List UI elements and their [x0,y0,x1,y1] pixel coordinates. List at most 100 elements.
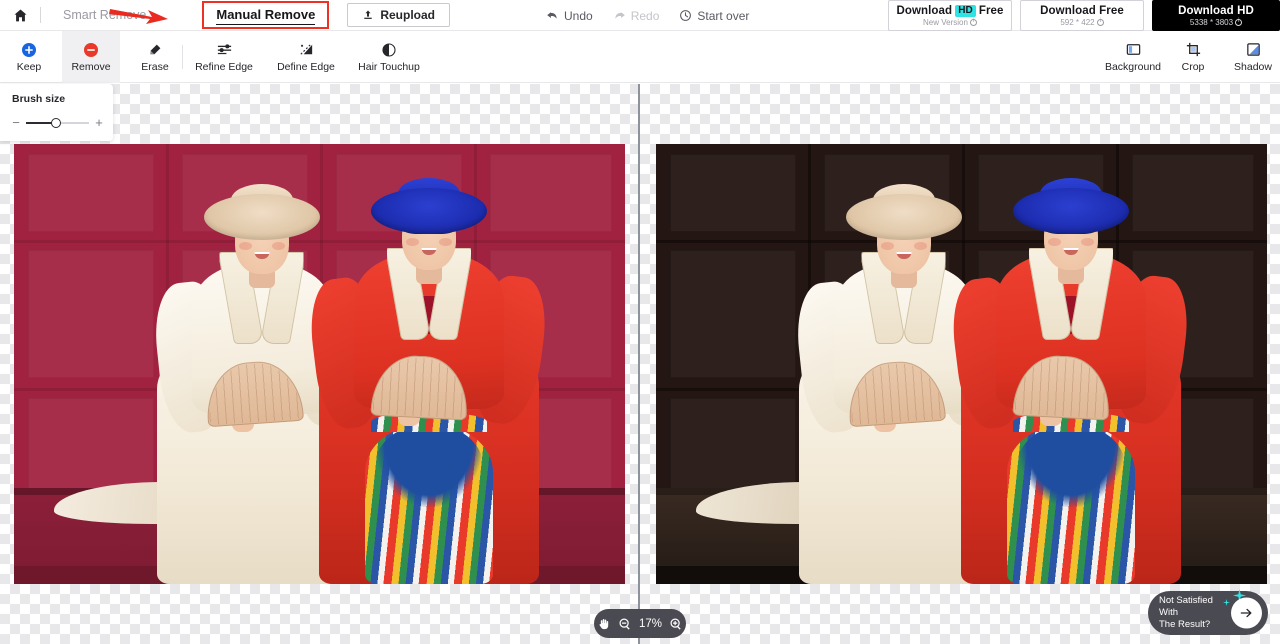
tool-define-edge-label: Define Edge [277,61,335,73]
tool-crop-label: Crop [1181,61,1205,73]
download-hd-title: Download HD [1178,5,1254,17]
brush-size-control: − + [12,116,103,129]
download-free-subtitle: 592 * 422 [1060,18,1104,27]
result-photo[interactable] [656,144,1267,584]
shadow-icon [1246,43,1260,56]
brush-size-panel: Brush size − + [0,84,113,141]
tool-remove-label: Remove [71,60,111,73]
background-panel-icon [1126,44,1140,55]
download-hd-free-pre: Download [896,5,953,17]
figure-right-woman [947,178,1193,584]
minus-circle-icon [84,42,98,57]
crop-icon [1186,42,1200,57]
not-satisfied-button[interactable]: Not Satisfied With The Result? [1148,589,1268,635]
redo-label: Redo [630,8,660,23]
tool-remove[interactable]: Remove [62,31,120,83]
tool-background[interactable]: Background [1102,31,1164,83]
tab-smart-remove[interactable]: Smart Remove [53,4,156,26]
download-hd-free-subtitle: New Version [923,18,977,27]
info-icon[interactable] [1235,18,1243,26]
not-satisfied-line2: The Result? [1159,619,1211,630]
brush-size-title: Brush size [12,93,66,105]
tool-refine-edge-label: Refine Edge [195,61,253,73]
zoom-level-label: 17% [638,617,663,630]
editor-canvas[interactable] [0,84,1280,644]
start-over-button[interactable]: Start over [679,9,749,23]
zoom-controls: 17% [594,609,686,638]
home-button[interactable] [0,0,40,31]
hd-badge: HD [955,5,976,17]
tool-define-edge[interactable]: Define Edge [268,31,344,83]
tool-erase[interactable]: Erase [126,31,184,83]
hand-pan-icon[interactable] [597,617,611,631]
zoom-out-icon[interactable] [618,617,632,631]
info-icon[interactable] [969,18,977,26]
figure-right-woman [305,178,551,584]
tab-manual-remove[interactable]: Manual Remove [202,1,330,29]
download-hd-free-sub-text: New Version [923,18,968,27]
sliders-icon [217,44,231,55]
brush-decrease-button[interactable]: − [12,116,20,129]
not-satisfied-line1: Not Satisfied With [1159,595,1213,618]
download-hd-button[interactable]: Download HD 5338 * 3803 [1152,0,1280,31]
toolbar-separator [182,45,183,69]
upload-icon [364,10,373,19]
history-controls: Undo Redo Start over [546,0,749,31]
redo-button[interactable]: Redo [613,8,660,23]
download-hd-pre: Download HD [1178,5,1254,17]
download-free-sub-text: 592 * 422 [1060,18,1095,27]
plus-circle-icon [22,42,36,57]
tool-hair-touchup-label: Hair Touchup [358,60,420,73]
rainbow-pleats [1007,424,1135,584]
sparkle-icon [1223,599,1230,606]
zoom-in-icon[interactable] [669,617,683,631]
slider-handle[interactable] [51,118,62,128]
download-hd-subtitle: 5338 * 3803 [1189,18,1243,27]
download-hd-free-title: Download HD Free [896,5,1003,17]
brush-size-slider[interactable] [26,118,89,128]
tab-manual-remove-label: Manual Remove [216,7,316,22]
download-hd-sub-text: 5338 * 3803 [1189,18,1234,27]
comparison-divider[interactable] [638,84,640,644]
slider-fill [26,121,54,124]
tool-hair-touchup[interactable]: Hair Touchup [351,31,427,83]
download-free-title: Download Free [1040,5,1124,17]
download-hd-free-post: Free [978,5,1004,17]
rainbow-pleats [365,424,493,584]
undo-button[interactable]: Undo [546,9,593,23]
not-satisfied-text: Not Satisfied With The Result? [1159,595,1233,631]
mode-tabs: Smart Remove Manual Remove [53,1,330,29]
eraser-icon [150,44,161,54]
tool-shadow[interactable]: Shadow [1222,31,1280,83]
download-buttons: Download HD Free New Version Download Fr… [880,0,1280,31]
download-free-pre: Download Free [1040,5,1124,17]
edge-pen-icon [299,43,312,55]
cta-arrow-button[interactable] [1231,597,1262,629]
app-root: Smart Remove Manual Remove Reupload Undo… [0,0,1280,644]
original-photo[interactable] [14,144,625,584]
brush-increase-button[interactable]: + [95,116,103,129]
tool-refine-edge[interactable]: Refine Edge [186,31,262,83]
tool-bar: Keep Remove Erase Refine Edge Define Edg… [0,31,1280,83]
tool-crop[interactable]: Crop [1162,31,1224,83]
start-over-label: Start over [697,8,750,23]
reupload-label: Reupload [380,8,436,22]
undo-label: Undo [564,8,593,23]
top-bar: Smart Remove Manual Remove Reupload Undo… [0,0,1280,31]
hair-contrast-icon [382,42,396,57]
info-icon[interactable] [1096,18,1104,26]
reupload-button[interactable]: Reupload [347,3,451,27]
tab-active-underline [216,23,316,25]
divider [40,7,41,23]
tool-erase-label: Erase [141,60,169,73]
home-icon [14,9,26,21]
arrow-right-icon [1240,608,1252,618]
clock-reset-icon [680,10,692,21]
tool-background-label: Background [1104,61,1162,73]
redo-arrow-icon [615,12,625,19]
download-hd-free-button[interactable]: Download HD Free New Version [888,0,1012,31]
undo-arrow-icon [547,12,557,19]
tool-keep-label: Keep [16,60,42,73]
download-free-button[interactable]: Download Free 592 * 422 [1020,0,1144,31]
tool-keep[interactable]: Keep [0,31,58,83]
